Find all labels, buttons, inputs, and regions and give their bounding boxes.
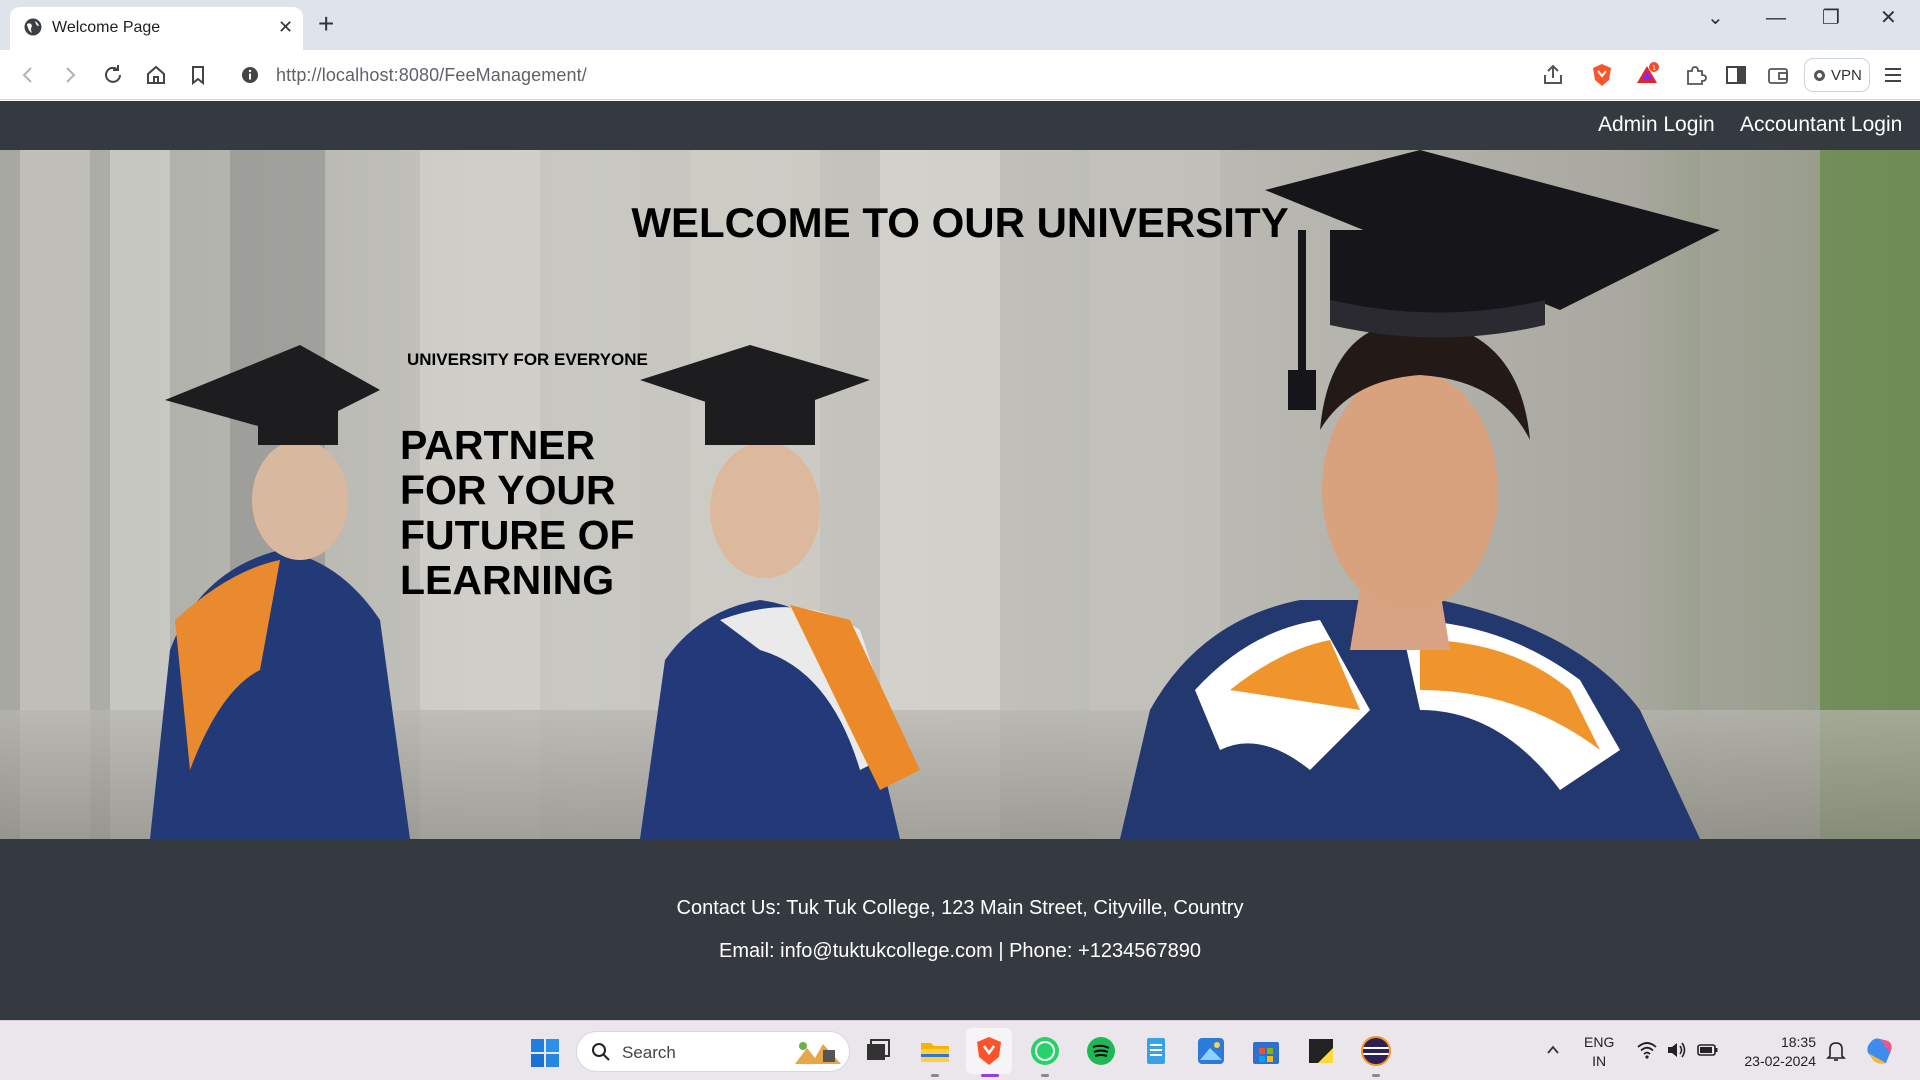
clock[interactable]: 18:35 23-02-2024: [1738, 1033, 1816, 1071]
search-icon: [592, 1043, 610, 1061]
vpn-button[interactable]: VPN: [1804, 58, 1870, 92]
eclipse-icon[interactable]: [1359, 1034, 1393, 1068]
file-explorer-indicator: [931, 1074, 939, 1077]
url-path: :8080/FeeManagement/: [393, 65, 587, 85]
store-icon[interactable]: [1249, 1034, 1283, 1068]
vpn-label: VPN: [1831, 67, 1862, 84]
extensions-icon[interactable]: [1682, 62, 1708, 88]
volume-icon[interactable]: [1666, 1040, 1688, 1060]
task-view-icon[interactable]: [861, 1034, 895, 1068]
windows-taskbar: Search ENG IN 18:35 23-02-2024: [0, 1020, 1920, 1080]
address-toolbar: http://localhost:8080/FeeManagement/ 1 V…: [0, 50, 1920, 100]
footer-email-phone: Email: info@tuktukcollege.com | Phone: +…: [719, 940, 1201, 962]
site-navbar: Admin Login Accountant Login: [0, 101, 1920, 150]
browser-tab-active[interactable]: Welcome Page ✕: [10, 7, 303, 50]
forward-icon[interactable]: [58, 63, 82, 87]
brave-icon[interactable]: [972, 1034, 1006, 1068]
wifi-icon[interactable]: [1636, 1040, 1658, 1060]
bookmark-icon[interactable]: [186, 63, 210, 87]
rewards-badge: 1: [1652, 65, 1656, 72]
clock-date: 23-02-2024: [1744, 1053, 1816, 1069]
tab-close-icon[interactable]: ✕: [278, 17, 293, 37]
minimize-button[interactable]: —: [1766, 6, 1786, 30]
search-highlight-icon: [795, 1042, 841, 1064]
language-indicator[interactable]: ENG IN: [1584, 1033, 1614, 1071]
wallet-icon[interactable]: [1765, 62, 1791, 88]
hero-tagline: PARTNER FOR YOUR FUTURE OF LEARNING: [400, 422, 635, 603]
taskbar-search[interactable]: Search: [576, 1031, 850, 1072]
close-window-button[interactable]: ✕: [1880, 6, 1897, 30]
hero-title: WELCOME TO OUR UNIVERSITY: [631, 199, 1289, 246]
url-bar[interactable]: http://localhost:8080/FeeManagement/: [228, 56, 1528, 94]
file-explorer-icon[interactable]: [918, 1034, 952, 1068]
copilot-icon[interactable]: [1864, 1035, 1896, 1067]
menu-icon[interactable]: [1880, 62, 1906, 88]
home-icon[interactable]: [144, 63, 168, 87]
battery-icon[interactable]: [1697, 1041, 1719, 1059]
eclipse-indicator: [1372, 1074, 1380, 1077]
browser-tab-strip: Welcome Page ✕ + ⌄ — ❐ ✕: [0, 0, 1920, 50]
search-label: Search: [622, 1043, 676, 1062]
new-tab-button[interactable]: +: [318, 8, 334, 40]
whatsapp-indicator: [1041, 1074, 1049, 1077]
chevron-up-icon[interactable]: [1545, 1042, 1561, 1058]
language-code: ENG: [1584, 1034, 1615, 1050]
region-code: IN: [1592, 1053, 1607, 1069]
vpn-status-icon: [1814, 70, 1825, 81]
back-icon[interactable]: [16, 63, 40, 87]
share-icon[interactable]: [1540, 62, 1566, 88]
hero-subtitle: UNIVERSITY FOR EVERYONE: [407, 350, 648, 369]
notification-bell-icon[interactable]: [1826, 1040, 1846, 1062]
spotify-icon[interactable]: [1084, 1034, 1118, 1068]
clock-time: 18:35: [1780, 1034, 1816, 1050]
hero-background-image: [0, 150, 1920, 839]
tab-title: Welcome Page: [52, 19, 161, 36]
tab-list-chevron-icon[interactable]: ⌄: [1707, 6, 1724, 30]
notepad-icon[interactable]: [1139, 1034, 1173, 1068]
globe-icon: [24, 18, 42, 36]
photos-icon[interactable]: [1194, 1034, 1228, 1068]
brave-rewards-icon[interactable]: 1: [1634, 62, 1660, 88]
whatsapp-icon[interactable]: [1028, 1034, 1062, 1068]
restore-button[interactable]: ❐: [1822, 6, 1840, 30]
url-text[interactable]: http://localhost:8080/FeeManagement/: [276, 65, 587, 86]
site-info-icon[interactable]: [240, 65, 260, 85]
admin-login-link[interactable]: Admin Login: [1598, 113, 1715, 137]
sticky-notes-icon[interactable]: [1304, 1034, 1338, 1068]
footer-contact: Contact Us: Tuk Tuk College, 123 Main St…: [676, 897, 1244, 919]
reload-icon[interactable]: [101, 63, 125, 87]
hero-section: WELCOME TO OUR UNIVERSITY UNIVERSITY FOR…: [0, 150, 1920, 839]
url-host: http://localhost: [276, 65, 394, 85]
brave-shields-icon[interactable]: [1589, 62, 1615, 88]
accountant-login-link[interactable]: Accountant Login: [1740, 113, 1902, 137]
windows-start-icon[interactable]: [530, 1038, 560, 1068]
site-footer: Contact Us: Tuk Tuk College, 123 Main St…: [0, 839, 1920, 1020]
brave-active-indicator: [981, 1074, 999, 1077]
sidebar-toggle-icon[interactable]: [1723, 62, 1749, 88]
